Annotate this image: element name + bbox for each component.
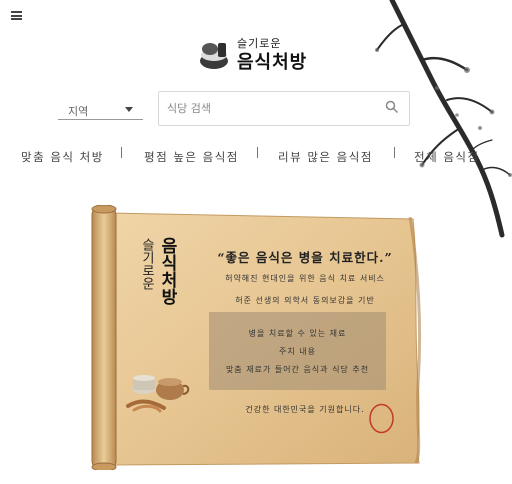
search-input[interactable] [159,92,369,125]
tab-divider [257,147,258,158]
tab-top-rated[interactable]: 평점 높은 음식점 [144,149,239,165]
category-tabs: 맞춤 음식 처방 평점 높은 음식점 리뷰 많은 음식점 전체 음식점 [0,145,512,167]
feature-item: 병을 치료할 수 있는 재료 [248,329,347,338]
tea-and-ginseng-illustration [126,375,190,413]
rice-bowl-logo-icon [200,43,228,69]
feature-item: 주치 내용 [279,347,316,356]
tab-most-reviewed[interactable]: 리뷰 많은 음식점 [278,149,373,165]
scroll-title: 음식처방 [157,237,177,305]
tab-custom-prescription[interactable]: 맞춤 음식 처방 [21,149,104,165]
site-logo[interactable]: 슬기로운 음식처방 [196,35,316,77]
scroll-subtitle: 슬기로운 [139,238,154,290]
red-seal-stamp [369,403,394,434]
slogan-text: “좋은 음식은 병을 치료한다.” [217,250,393,265]
logo-title: 음식처방 [237,52,308,73]
menu-icon[interactable] [11,11,22,20]
service-description: 허약해진 현대인을 위한 음식 치료 서비스 [225,274,385,283]
tab-divider [394,147,395,158]
search-box[interactable] [158,91,410,126]
feature-item: 맞춤 재료가 들어간 음식과 식당 추천 [225,365,370,374]
feature-panel: 병을 치료할 수 있는 재료 주치 내용 맞춤 재료가 들어간 음식과 식당 추… [209,312,386,390]
footer-message: 건강한 대한민국을 기원합니다. [245,405,365,414]
search-icon[interactable] [385,100,399,114]
service-basis: 허준 선생의 의학서 동의보감을 기반 [235,296,375,305]
region-dropdown[interactable]: 지역 [58,101,143,120]
tab-divider [121,147,122,158]
region-dropdown-label: 지역 [68,105,89,118]
tab-all-restaurants[interactable]: 전체 음식점 [414,149,480,165]
chevron-down-icon [125,107,133,112]
